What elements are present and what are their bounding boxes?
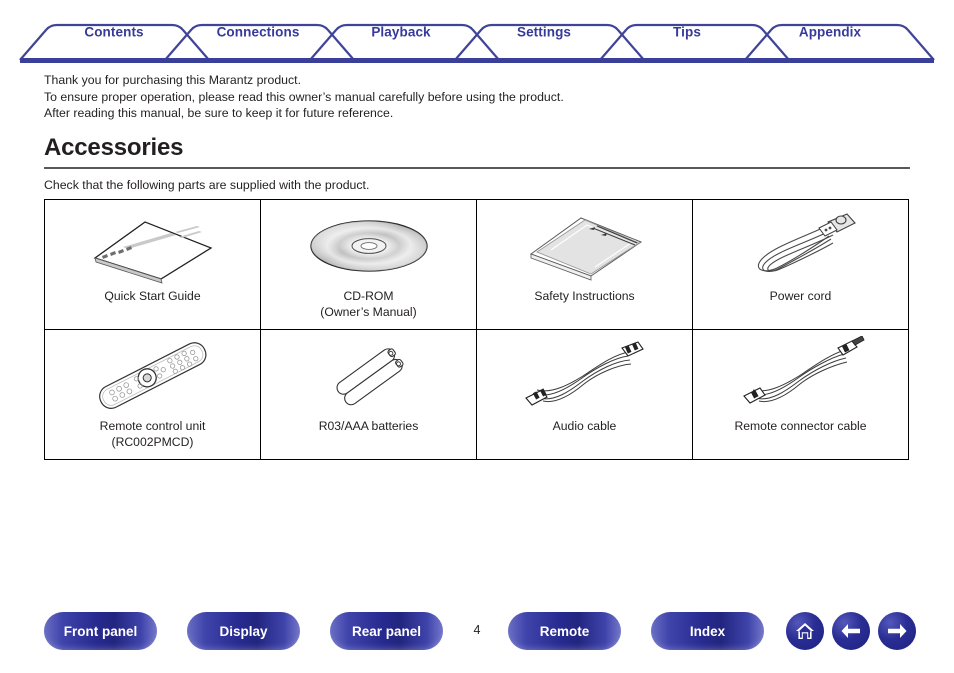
tab-tips[interactable]: Tips [673, 25, 701, 40]
accessory-cell-batteries: R03/AAA batteries [260, 329, 477, 460]
front-panel-button[interactable]: Front panel [44, 612, 157, 650]
home-button[interactable] [786, 612, 824, 650]
accessory-label: Audio cable [552, 419, 617, 433]
arrow-left-icon [839, 622, 863, 640]
tab-appendix[interactable]: Appendix [799, 25, 861, 40]
accessory-cell-remote-connector-cable: Remote connector cable [692, 329, 909, 460]
page-number: 4 [473, 623, 481, 637]
back-button[interactable] [832, 612, 870, 650]
table-row: Quick Start Guide CD-ROM (Owner’s Manual… [44, 199, 909, 330]
audio-cable-icon [477, 330, 692, 418]
forward-button[interactable] [878, 612, 916, 650]
rear-panel-button[interactable]: Rear panel [330, 612, 443, 650]
table-row: Remote control unit (RC002PMCD) R03/AAA … [44, 329, 909, 460]
accessory-label: Quick Start Guide [104, 289, 201, 303]
accessory-cell-safety-instructions: Safety Instructions [476, 199, 693, 330]
arrow-right-icon [885, 622, 909, 640]
accessory-cell-power-cord: Power cord [692, 199, 909, 330]
tab-bar: Contents Connections Playback Settings T… [0, 0, 954, 64]
section-subtext: Check that the following parts are suppl… [44, 178, 370, 192]
tab-settings[interactable]: Settings [517, 25, 571, 40]
tab-playback[interactable]: Playback [371, 25, 430, 40]
remote-button[interactable]: Remote [508, 612, 621, 650]
intro-line-1: Thank you for purchasing this Marantz pr… [44, 73, 301, 87]
intro-line-2: To ensure proper operation, please read … [44, 89, 564, 104]
accessory-label: R03/AAA batteries [318, 419, 419, 433]
power-cord-icon [693, 200, 908, 288]
accessory-label: Remote control unit (RC002PMCD) [99, 419, 206, 449]
accessory-cell-quick-start-guide: Quick Start Guide [44, 199, 261, 330]
accessory-label: Remote connector cable [734, 419, 867, 433]
accessory-label: Safety Instructions [534, 289, 635, 303]
bottom-navigation-bar: Front panel Display Rear panel 4 Remote … [0, 612, 954, 654]
home-icon [794, 620, 816, 642]
booklet-icon [45, 200, 260, 288]
accessory-cell-audio-cable: Audio cable [476, 329, 693, 460]
display-button[interactable]: Display [187, 612, 300, 650]
accessory-label: CD-ROM (Owner’s Manual) [320, 289, 417, 319]
page-title: Accessories [44, 134, 184, 161]
intro-paragraph: Thank you for purchasing this Marantz pr… [44, 72, 564, 122]
heading-divider [44, 167, 910, 169]
batteries-icon [261, 330, 476, 418]
intro-line-3: After reading this manual, be sure to ke… [44, 106, 394, 121]
index-button[interactable]: Index [651, 612, 764, 650]
accessories-table: Quick Start Guide CD-ROM (Owner’s Manual… [44, 199, 909, 460]
cd-rom-icon [261, 200, 476, 288]
connector-cable-icon [693, 330, 908, 418]
sheets-icon [477, 200, 692, 288]
tab-contents[interactable]: Contents [84, 25, 143, 40]
accessory-cell-cd-rom: CD-ROM (Owner’s Manual) [260, 199, 477, 330]
accessory-label: Power cord [769, 289, 832, 303]
remote-control-icon [45, 330, 260, 418]
tab-connections[interactable]: Connections [217, 25, 300, 40]
accessory-cell-remote-control-unit: Remote control unit (RC002PMCD) [44, 329, 261, 460]
